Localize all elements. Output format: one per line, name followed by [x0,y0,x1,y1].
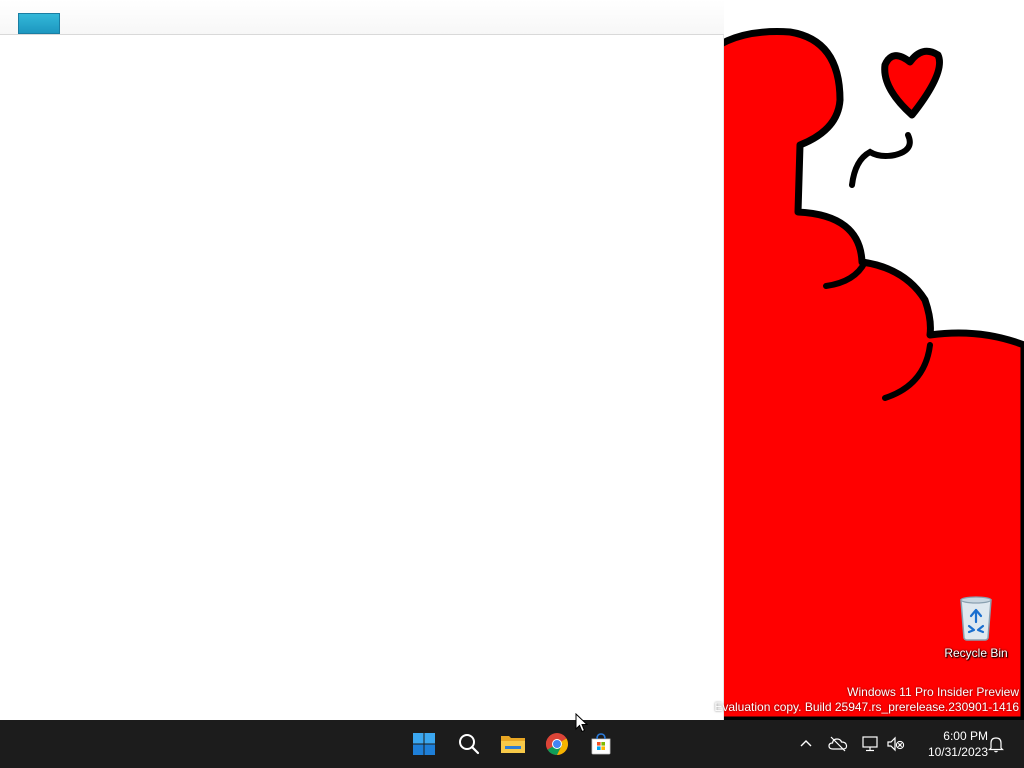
network-icon [862,736,878,752]
onedrive-offline-icon [828,736,848,752]
show-hidden-icons-button[interactable] [794,732,818,756]
desktop: Recycle Bin Windows 11 Pro Insider Previ… [0,0,1024,720]
taskbar: 6:00 PM 10/31/2023 [0,720,1024,768]
clock-date: 10/31/2023 [927,745,988,759]
microsoft-store-icon [591,733,611,755]
volume-muted-icon [887,736,905,752]
watermark-line-2: Evaluation copy. Build 25947.rs_prerelea… [714,700,1019,714]
mouse-cursor-icon [575,713,588,733]
app-window-icon[interactable] [18,13,60,34]
clock-time: 6:00 PM [943,729,988,743]
onedrive-button[interactable] [826,732,850,756]
recycle-bin-icon [955,592,997,642]
watermark-line-1: Windows 11 Pro Insider Preview [847,685,1019,699]
window-title-strip [0,0,724,34]
file-explorer-button[interactable] [493,724,533,764]
notification-bell-icon [988,737,1004,753]
start-button[interactable] [404,724,444,764]
blank-app-window[interactable] [0,34,724,720]
desktop-icon-label: Recycle Bin [944,646,1008,660]
volume-button[interactable] [884,732,908,756]
search-icon [459,734,480,755]
search-button[interactable] [449,724,489,764]
network-button[interactable] [858,732,882,756]
evaluation-watermark: Windows 11 Pro Insider Preview Evaluatio… [714,685,1019,715]
taskbar-clock[interactable]: 6:00 PM 10/31/2023 [912,728,988,760]
file-explorer-icon [501,736,525,753]
chevron-up-icon [800,740,812,747]
desktop-icon-recycle-bin[interactable]: Recycle Bin [940,592,1012,660]
chrome-icon [546,733,568,755]
windows-start-icon [413,733,435,755]
notifications-button[interactable] [984,732,1008,756]
chrome-button[interactable] [537,724,577,764]
